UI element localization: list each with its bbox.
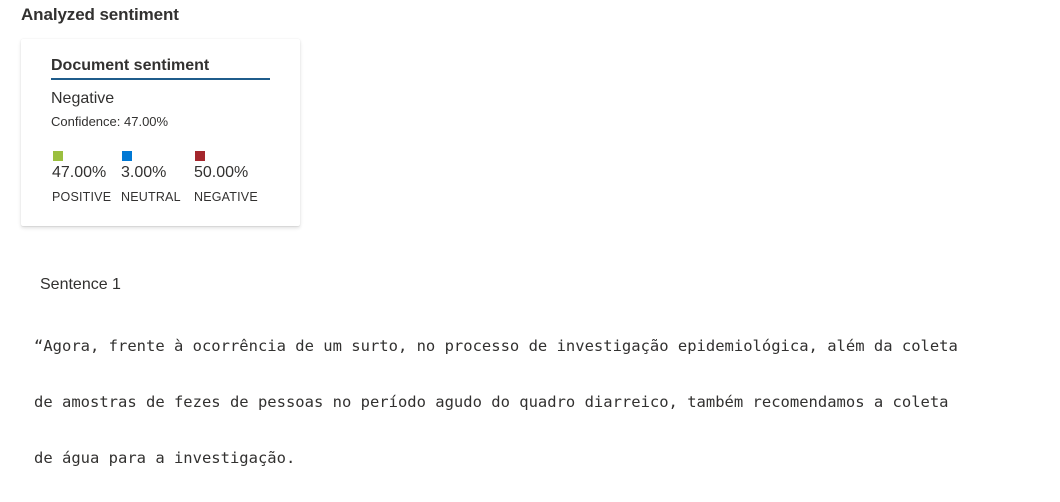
positive-value: 47.00% (52, 164, 107, 181)
sentence-text: “Agora, frente à ocorrência de um surto,… (34, 334, 1034, 502)
positive-caption: POSITIVE (52, 190, 112, 204)
sentiment-label: Negative (51, 90, 115, 107)
neutral-value: 3.00% (121, 164, 167, 181)
sentence-line: “Agora, frente à ocorrência de um surto,… (34, 337, 958, 355)
neutral-score: 3.00% NEUTRAL (121, 151, 181, 204)
confidence-text: Confidence: 47.00% (51, 114, 169, 129)
sentence-label: Sentence 1 (40, 276, 121, 293)
sentence-line: de amostras de fezes de pessoas no perío… (34, 393, 949, 411)
negative-caption: NEGATIVE (194, 190, 258, 204)
page-title: Analyzed sentiment (21, 5, 179, 24)
neutral-caption: NEUTRAL (121, 190, 181, 204)
document-sentiment-card: Document sentiment Negative Confidence: … (21, 39, 300, 226)
neutral-swatch-icon (122, 151, 132, 161)
sentence-line: de água para a investigação. (34, 449, 296, 467)
negative-value: 50.00% (194, 164, 249, 181)
negative-swatch-icon (195, 151, 205, 161)
negative-score: 50.00% NEGATIVE (194, 151, 258, 204)
card-title: Document sentiment (51, 56, 270, 80)
positive-swatch-icon (53, 151, 63, 161)
positive-score: 47.00% POSITIVE (52, 151, 111, 204)
